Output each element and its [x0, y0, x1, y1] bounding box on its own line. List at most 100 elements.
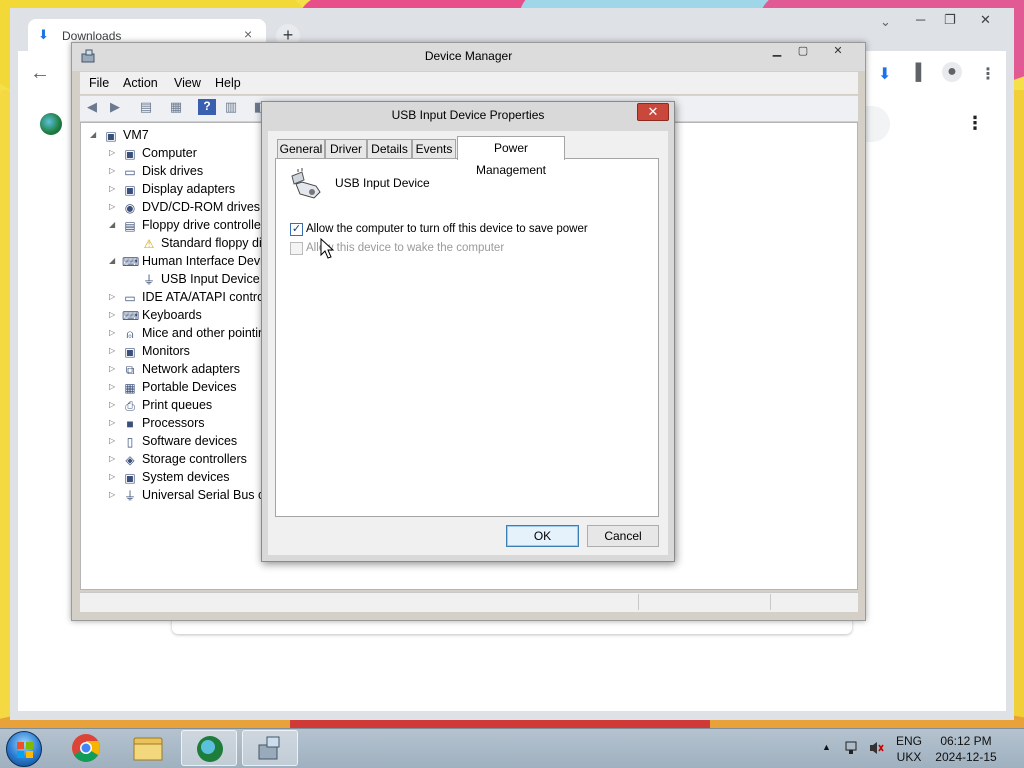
- tab-search-chevron-icon[interactable]: ⌄: [880, 14, 891, 30]
- ok-button[interactable]: OK: [506, 525, 579, 547]
- tree-item[interactable]: ⚠ Standard floppy disk controller: [126, 235, 262, 253]
- tree-item[interactable]: ◢⌨Human Interface Devices: [107, 253, 262, 271]
- tree-item[interactable]: ◢ ▤ Floppy drive controllers: [107, 217, 262, 235]
- properties-icon[interactable]: ▦: [167, 99, 185, 115]
- tree-item[interactable]: ▷ ⌨ Keyboards: [107, 307, 262, 325]
- downloads-icon[interactable]: ⬇: [878, 64, 891, 84]
- tree-item[interactable]: ▷ ▦ Portable Devices: [107, 379, 262, 397]
- usb-device-icon: [291, 168, 321, 199]
- disk-drive-icon: ▭: [124, 165, 136, 179]
- tree-item[interactable]: ⏚ USB Input Device: [126, 271, 262, 289]
- collapse-arrow-icon[interactable]: ◢: [90, 130, 100, 139]
- volume-muted-icon[interactable]: [868, 740, 884, 756]
- tab-general[interactable]: General: [277, 139, 325, 159]
- expand-arrow-icon[interactable]: ▷: [109, 418, 119, 427]
- language-indicator-top[interactable]: ENG: [896, 734, 922, 748]
- start-button[interactable]: [6, 731, 42, 767]
- view-icon[interactable]: ▥: [222, 99, 240, 115]
- monitor-icon: ▣: [124, 345, 136, 359]
- folder-icon: [133, 737, 163, 761]
- expand-arrow-icon[interactable]: ▷: [109, 310, 119, 319]
- tab-events[interactable]: Events: [412, 139, 456, 159]
- tree-item[interactable]: ▷ ▭ Disk drives: [107, 163, 262, 181]
- help-icon[interactable]: ?: [198, 99, 216, 115]
- menu-help[interactable]: Help: [215, 76, 241, 90]
- tab-driver[interactable]: Driver: [325, 139, 367, 159]
- tree-item[interactable]: ▷ ▭ IDE ATA/ATAPI controllers: [107, 289, 262, 307]
- expand-arrow-icon[interactable]: ▷: [109, 364, 119, 373]
- dialog-close-button[interactable]: ✕: [637, 103, 669, 121]
- show-hide-console-tree-icon[interactable]: ▤: [137, 99, 155, 115]
- tree-item[interactable]: ▷ ⎙ Print queues: [107, 397, 262, 415]
- browser-restore-button[interactable]: ❐: [944, 12, 956, 28]
- page-menu-icon[interactable]: ⋮: [966, 113, 984, 134]
- expand-arrow-icon[interactable]: ▷: [109, 436, 119, 445]
- expand-arrow-icon[interactable]: ▷: [109, 346, 119, 355]
- clock-time[interactable]: 06:12 PM: [934, 734, 998, 748]
- expand-arrow-icon[interactable]: ▷: [109, 454, 119, 463]
- forward-icon[interactable]: ▶: [106, 99, 124, 115]
- tree-item-label: Keyboards: [142, 308, 202, 322]
- expand-arrow-icon[interactable]: ▷: [109, 472, 119, 481]
- browser-minimize-button[interactable]: ─: [916, 12, 925, 27]
- expand-arrow-icon[interactable]: ▷: [109, 292, 119, 301]
- dialog-title: USB Input Device Properties: [391, 108, 545, 122]
- menu-file[interactable]: File: [89, 76, 109, 90]
- clock-date[interactable]: 2024-12-15: [934, 750, 998, 764]
- expand-arrow-icon[interactable]: ▷: [109, 382, 119, 391]
- tree-item[interactable]: ▷ ■ Processors: [107, 415, 262, 433]
- dm-maximize-button[interactable]: ▢: [790, 44, 816, 60]
- profile-avatar-icon[interactable]: ●: [942, 62, 962, 82]
- browser-menu-icon[interactable]: ⋮: [980, 64, 996, 84]
- taskbar-app-edge[interactable]: [181, 730, 237, 766]
- tab-details[interactable]: Details: [367, 139, 412, 159]
- expand-arrow-icon[interactable]: ▷: [109, 166, 119, 175]
- allow-turn-off-label[interactable]: Allow the computer to turn off this devi…: [306, 223, 588, 235]
- side-panel-icon[interactable]: ▐: [910, 64, 921, 82]
- usb-controller-icon: ⏚: [123, 489, 136, 503]
- network-icon[interactable]: [844, 740, 860, 756]
- tree-item-label: Network adapters: [142, 362, 240, 376]
- tree-item[interactable]: ▷ ▣ Computer: [107, 145, 262, 163]
- browser-close-button[interactable]: ✕: [980, 12, 991, 28]
- language-indicator-bottom[interactable]: UKX: [896, 750, 922, 764]
- allow-turn-off-checkbox[interactable]: ✓: [290, 223, 303, 236]
- display-adapter-icon: ▣: [124, 183, 136, 197]
- cancel-button[interactable]: Cancel: [587, 525, 659, 547]
- menu-view[interactable]: View: [174, 76, 201, 90]
- dm-minimize-button[interactable]: ▁: [764, 44, 790, 60]
- expand-arrow-icon[interactable]: ▷: [109, 202, 119, 211]
- expand-arrow-icon[interactable]: ▷: [109, 400, 119, 409]
- tree-item[interactable]: ◢ ▣ VM7: [88, 127, 262, 145]
- browser-app-icon: [197, 736, 223, 762]
- tree-item[interactable]: ▷ ▣ Monitors: [107, 343, 262, 361]
- taskbar-device-manager[interactable]: [242, 730, 298, 766]
- back-icon[interactable]: ◀: [83, 99, 101, 115]
- tree-item-label: DVD/CD-ROM drives: [142, 200, 261, 214]
- browser-tab-title: Downloads: [62, 29, 122, 43]
- tree-item[interactable]: ▷ ▣ Display adapters: [107, 181, 262, 199]
- tree-item[interactable]: ▷ ▣ System devices: [107, 469, 262, 487]
- expand-arrow-icon[interactable]: ▷: [109, 328, 119, 337]
- taskbar-chrome[interactable]: [58, 730, 114, 766]
- tree-item[interactable]: ▷ ▯ Software devices: [107, 433, 262, 451]
- browser-tab-close-icon[interactable]: ×: [244, 26, 252, 42]
- collapse-arrow-icon[interactable]: ◢: [109, 220, 119, 229]
- app-logo-icon: [40, 113, 62, 135]
- expand-arrow-icon[interactable]: ▷: [109, 184, 119, 193]
- dm-close-button[interactable]: ✕: [824, 44, 852, 60]
- taskbar-file-explorer[interactable]: [120, 730, 176, 766]
- expand-arrow-icon[interactable]: ▷: [109, 490, 119, 499]
- expand-arrow-icon[interactable]: ▷: [109, 148, 119, 157]
- tree-item[interactable]: ▷ ◈ Storage controllers: [107, 451, 262, 469]
- menu-action[interactable]: Action: [123, 76, 158, 90]
- tray-expand-arrow-icon[interactable]: ▲: [822, 742, 831, 752]
- back-arrow-icon[interactable]: ←: [30, 62, 50, 85]
- collapse-arrow-icon[interactable]: ◢: [109, 256, 119, 265]
- tree-item[interactable]: ▷ ⍝ Mice and other pointing devices: [107, 325, 262, 343]
- tree-item[interactable]: ▷ ⧉ Network adapters: [107, 361, 262, 379]
- tab-power-management[interactable]: Power Management: [457, 136, 565, 177]
- tree-item[interactable]: ▷ ⏚ Universal Serial Bus controllers: [107, 487, 262, 505]
- system-device-icon: ▣: [124, 471, 136, 485]
- tree-item[interactable]: ▷ ◉ DVD/CD-ROM drives: [107, 199, 262, 217]
